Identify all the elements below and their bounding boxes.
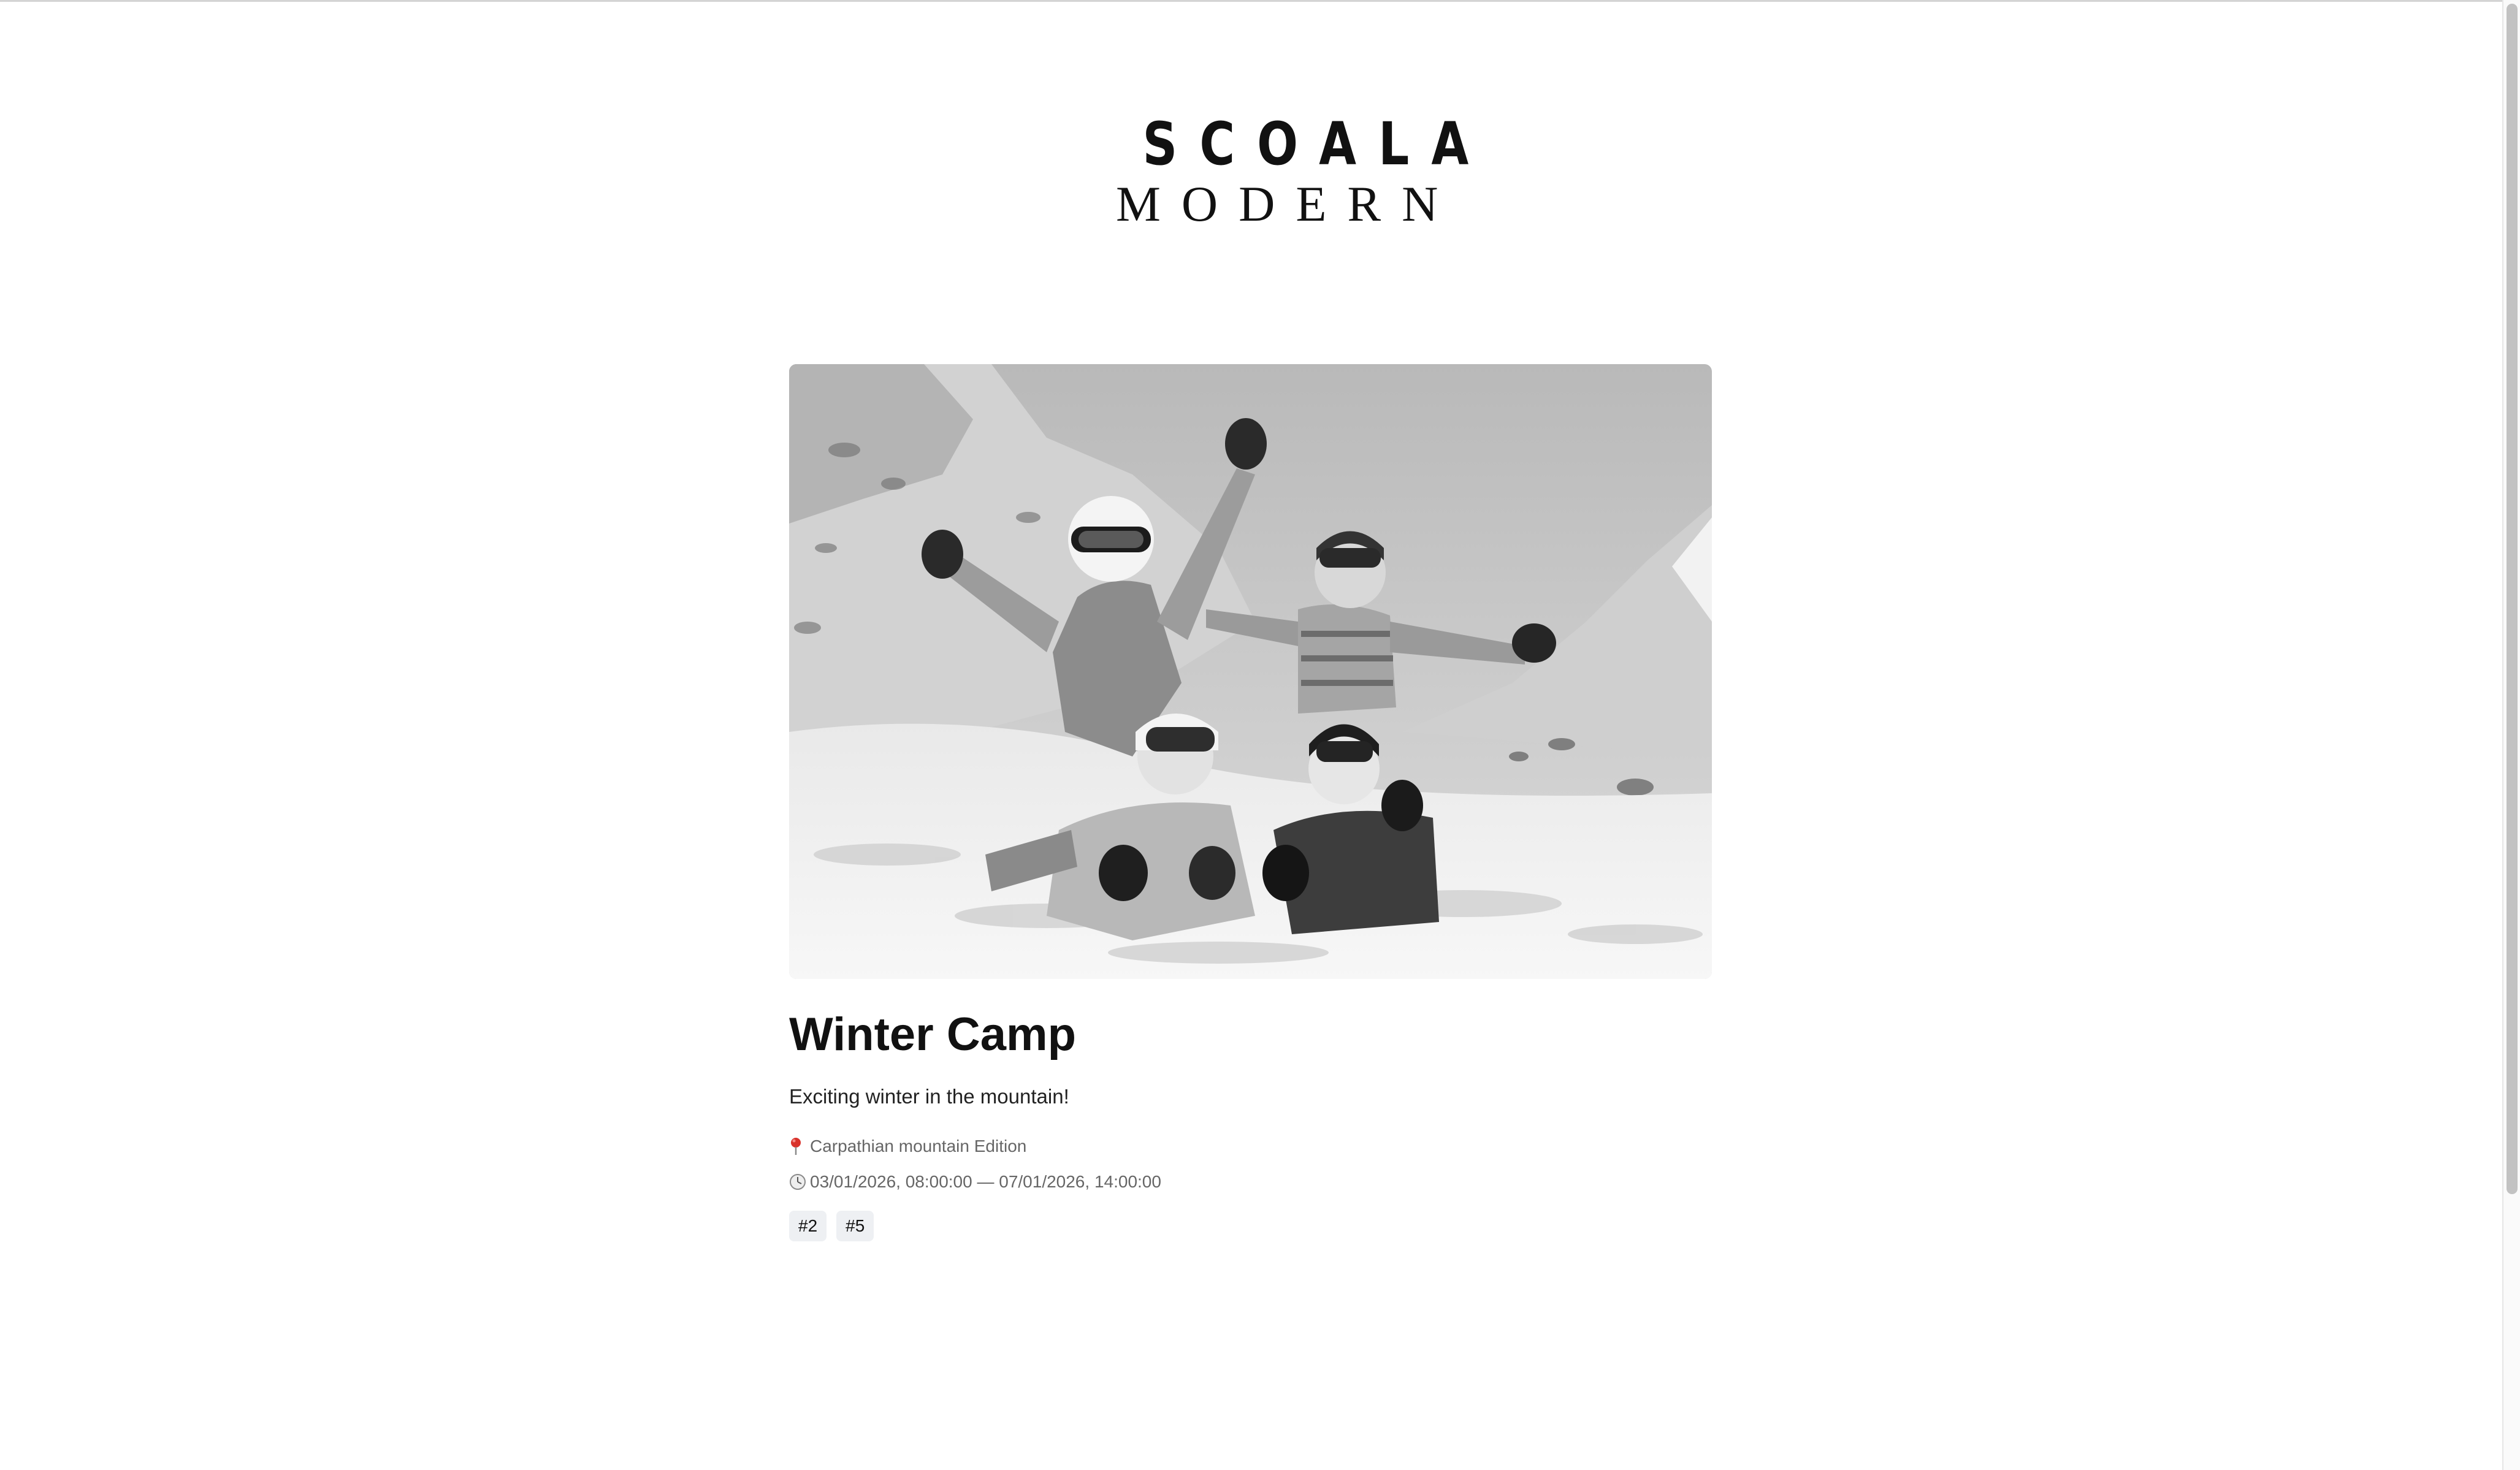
- tag-chip[interactable]: #2: [789, 1211, 827, 1241]
- event-title: Winter Camp: [789, 1008, 1077, 1061]
- event-datetime-text: 03/01/2026, 08:00:00 — 07/01/2026, 14:00…: [810, 1172, 1161, 1191]
- event-hero-image: [789, 364, 1712, 979]
- scrollbar[interactable]: [2502, 0, 2520, 1470]
- logo-line-1: SCOALA: [1142, 110, 1491, 178]
- pin-icon: [789, 1137, 810, 1156]
- tag-chip[interactable]: #5: [836, 1211, 874, 1241]
- scrollbar-thumb[interactable]: [2507, 4, 2518, 1194]
- event-detail: Winter Camp Exciting winter in the mount…: [789, 364, 1712, 1241]
- event-description: Exciting winter in the mountain!: [789, 1085, 1069, 1108]
- site-logo[interactable]: SCOALA MODERN: [1116, 110, 1491, 230]
- event-location-text: Carpathian mountain Edition: [810, 1137, 1027, 1156]
- top-border: [0, 0, 2502, 2]
- event-tags: #2 #5: [789, 1211, 1712, 1241]
- logo-line-2: MODERN: [1116, 176, 1459, 232]
- event-datetime: 03/01/2026, 08:00:00 — 07/01/2026, 14:00…: [789, 1164, 1712, 1200]
- event-location: Carpathian mountain Edition: [789, 1129, 1712, 1164]
- event-meta: Carpathian mountain Edition 03/01/2026, …: [789, 1129, 1712, 1200]
- clock-icon: [789, 1173, 810, 1190]
